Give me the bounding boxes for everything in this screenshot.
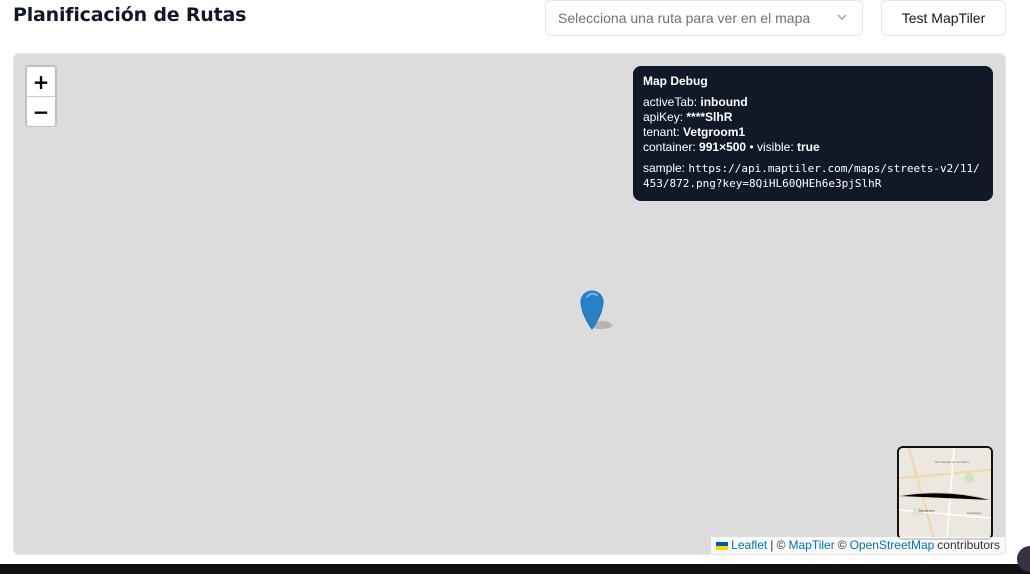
debug-sample-url: https://api.maptiler.com/maps/streets-v2… <box>643 162 980 190</box>
debug-api-key: apiKey: ****SlhR <box>643 110 733 124</box>
debug-title: Map Debug <box>643 74 708 88</box>
map-container[interactable]: + − Map Debug activeTab: inbound apiKey:… <box>13 53 1006 555</box>
zoom-control: + − <box>25 65 57 127</box>
minimap-label-right: Guadalupe <box>967 511 982 515</box>
map-debug-panel: Map Debug activeTab: inbound apiKey: ***… <box>633 66 993 201</box>
debug-active-tab: activeTab: inbound <box>643 95 748 109</box>
minimap[interactable]: San Nicolás de los Garza Monterrey Guada… <box>897 446 993 540</box>
page-title: Planificación de Rutas <box>13 4 247 26</box>
chevron-down-icon <box>837 14 847 20</box>
debug-sample: sample: https://api.maptiler.com/maps/st… <box>643 161 980 190</box>
leaflet-link[interactable]: Leaflet <box>731 537 767 554</box>
maptiler-link[interactable]: MapTiler <box>789 537 835 554</box>
minimap-label-top: San Nicolás de los Garza <box>935 460 969 464</box>
map-attribution: Leaflet | © MapTiler © OpenStreetMap con… <box>711 537 1005 554</box>
map-marker-icon[interactable] <box>577 287 617 332</box>
test-maptiler-button[interactable]: Test MapTiler <box>881 0 1006 36</box>
debug-tenant: tenant: Vetgroom1 <box>643 125 746 139</box>
minimap-tiles: San Nicolás de los Garza Monterrey Guada… <box>899 448 991 538</box>
route-select[interactable]: Selecciona una ruta para ver en el mapa <box>545 0 863 36</box>
openstreetmap-link[interactable]: OpenStreetMap <box>850 537 935 554</box>
zoom-out-button[interactable]: − <box>27 97 55 126</box>
zoom-in-button[interactable]: + <box>27 67 55 97</box>
minimap-label-bottom: Monterrey <box>919 509 935 513</box>
debug-container: container: 991×500 • visible: true <box>643 140 820 154</box>
page: Planificación de Rutas Selecciona una ru… <box>0 0 1030 574</box>
bottom-bar <box>0 564 1030 574</box>
ukraine-flag-icon <box>716 541 729 550</box>
route-select-placeholder: Selecciona una ruta para ver en el mapa <box>558 10 811 26</box>
